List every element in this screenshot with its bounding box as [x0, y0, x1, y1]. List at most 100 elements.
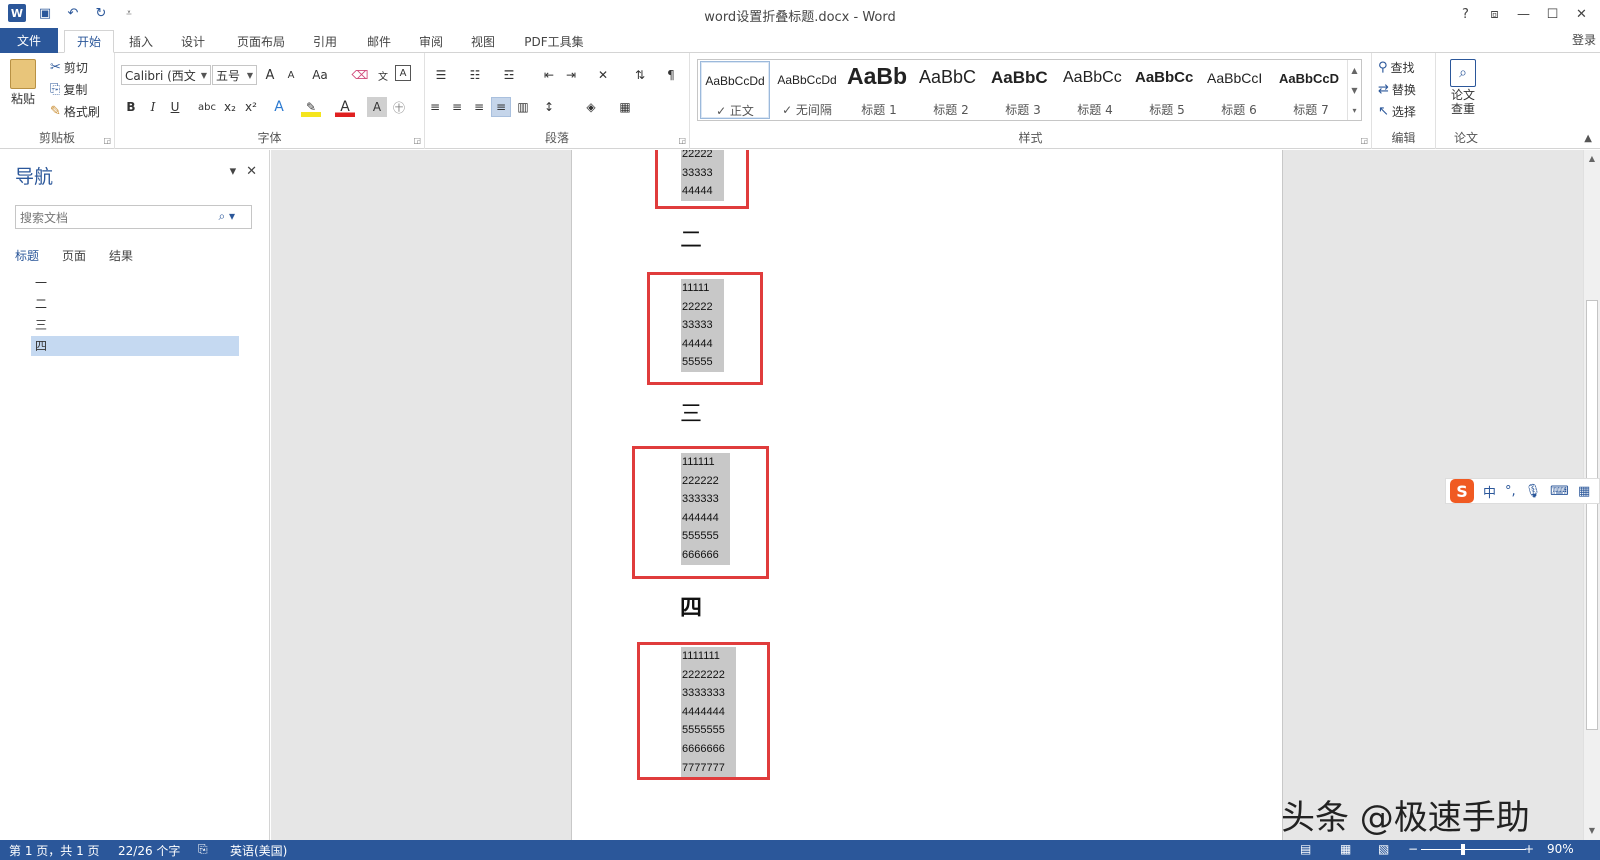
zoom-in-button[interactable]: +	[1524, 842, 1534, 856]
keyboard-icon[interactable]: ⌨	[1550, 484, 1569, 499]
format-painter-button[interactable]: ✎ 格式刷	[50, 103, 100, 120]
chevron-down-icon[interactable]: ▼	[1351, 86, 1357, 95]
sort-icon[interactable]: ⇅	[630, 65, 650, 85]
font-color-icon[interactable]: A	[335, 97, 355, 117]
style-heading-5[interactable]: AaBbCc 标题 5	[1132, 61, 1202, 119]
phonetic-guide-icon[interactable]: 文	[373, 65, 393, 85]
proofing-icon[interactable]: ⎘	[198, 842, 208, 857]
italic-button[interactable]: I	[143, 97, 163, 117]
highlight-icon[interactable]: ✎	[301, 97, 321, 117]
change-case-button[interactable]: Aa	[305, 65, 335, 85]
nav-tab-pages[interactable]: 页面	[62, 247, 86, 264]
align-left-icon[interactable]: ≡	[425, 97, 445, 117]
styles-launcher-icon[interactable]: ◲	[1360, 136, 1368, 145]
zoom-slider[interactable]	[1421, 849, 1526, 850]
numbering-icon[interactable]: ☷	[465, 65, 485, 85]
print-layout-icon[interactable]: ▦	[1340, 842, 1351, 856]
justify-icon[interactable]: ≡	[491, 97, 511, 117]
redo-icon[interactable]: ↻	[92, 4, 110, 22]
scroll-down-icon[interactable]: ▼	[1584, 824, 1600, 838]
tab-layout[interactable]: 页面布局	[228, 30, 294, 53]
tab-file[interactable]: 文件	[0, 28, 58, 53]
clear-format-icon[interactable]: ⌫	[350, 65, 370, 85]
microphone-icon[interactable]: 🎙	[1525, 484, 1542, 499]
find-button[interactable]: ⚲ 查找	[1378, 59, 1415, 76]
paste-button[interactable]: 粘贴	[10, 59, 36, 107]
copy-button[interactable]: ⎘ 复制	[50, 81, 87, 98]
subscript-button[interactable]: x₂	[220, 97, 240, 117]
zoom-level[interactable]: 90%	[1547, 842, 1574, 856]
superscript-button[interactable]: x²	[241, 97, 261, 117]
font-size-combo[interactable]: 五号 ▼	[212, 65, 257, 85]
bold-button[interactable]: B	[121, 97, 141, 117]
style-heading-4[interactable]: AaBbCc 标题 4	[1060, 61, 1130, 119]
heading-3[interactable]: 三	[680, 396, 702, 428]
align-center-icon[interactable]: ≡	[447, 97, 467, 117]
word-app-icon[interactable]: W	[8, 4, 26, 22]
nav-tab-headings[interactable]: 标题	[15, 247, 39, 264]
maximize-button[interactable]: ☐	[1538, 2, 1567, 26]
multilevel-list-icon[interactable]: ☲	[499, 65, 519, 85]
char-shading-icon[interactable]: A	[367, 97, 387, 117]
style-heading-1[interactable]: AaBb 标题 1	[844, 61, 914, 119]
help-button[interactable]: ?	[1451, 2, 1480, 26]
cut-button[interactable]: ✂ 剪切	[50, 59, 88, 76]
chinese-layout-icon[interactable]: ✕	[593, 65, 613, 85]
chevron-up-icon[interactable]: ▲	[1351, 66, 1357, 75]
tab-design[interactable]: 设计	[172, 30, 214, 53]
replace-button[interactable]: ⇄ 替换	[1378, 81, 1416, 98]
font-name-combo[interactable]: Calibri (西文 ▼	[121, 65, 211, 85]
ribbon-display-options-button[interactable]: ⧈	[1480, 2, 1509, 26]
style-normal[interactable]: AaBbCcDd ✓ 正文	[700, 61, 770, 119]
decrease-indent-icon[interactable]: ⇤	[539, 65, 559, 85]
collapse-ribbon-icon[interactable]: ▲	[1584, 133, 1592, 144]
paragraph-launcher-icon[interactable]: ◲	[678, 136, 686, 145]
tab-pdf-tools[interactable]: PDF工具集	[520, 30, 588, 53]
login-link[interactable]: 登录	[1572, 31, 1596, 48]
nav-options-icon[interactable]: ▾	[230, 164, 237, 179]
style-heading-6[interactable]: AaBbCcI 标题 6	[1204, 61, 1274, 119]
show-marks-icon[interactable]: ¶	[661, 65, 681, 85]
line-spacing-icon[interactable]: ↕	[539, 97, 559, 117]
style-heading-7[interactable]: AaBbCcD 标题 7	[1276, 61, 1346, 119]
sogou-logo-icon[interactable]: S	[1450, 479, 1474, 503]
nav-heading-item-selected[interactable]: 四	[31, 336, 239, 356]
nav-search-input[interactable]: 搜索文档 ⌕ ▾	[15, 205, 252, 229]
borders-icon[interactable]: ▦	[615, 97, 635, 117]
tab-home[interactable]: 开始	[64, 30, 114, 53]
nav-heading-item[interactable]: 二	[31, 294, 239, 314]
clipboard-launcher-icon[interactable]: ◲	[103, 136, 111, 145]
scroll-up-icon[interactable]: ▲	[1584, 152, 1600, 166]
nav-tab-results[interactable]: 结果	[109, 247, 133, 264]
select-button[interactable]: ↖ 选择	[1378, 103, 1416, 120]
font-launcher-icon[interactable]: ◲	[413, 136, 421, 145]
style-heading-2[interactable]: AaBbC 标题 2	[916, 61, 986, 119]
tab-mailings[interactable]: 邮件	[360, 30, 398, 53]
undo-icon[interactable]: ↶	[64, 4, 82, 22]
tab-references[interactable]: 引用	[306, 30, 344, 53]
strikethrough-button[interactable]: abc	[195, 97, 219, 117]
heading-4[interactable]: 四	[680, 590, 702, 622]
shading-icon[interactable]: ◈	[581, 97, 601, 117]
zoom-out-button[interactable]: −	[1408, 842, 1418, 856]
style-heading-3[interactable]: AaBbC 标题 3	[988, 61, 1058, 119]
ime-mode-toggle[interactable]: 中	[1483, 482, 1496, 501]
web-layout-icon[interactable]: ▧	[1378, 842, 1389, 856]
style-no-spacing[interactable]: AaBbCcDd ✓ 无间隔	[772, 61, 842, 119]
underline-button[interactable]: U	[165, 97, 185, 117]
gallery-scroll[interactable]: ▲ ▼ ▾	[1347, 60, 1361, 120]
align-right-icon[interactable]: ≡	[469, 97, 489, 117]
bullets-icon[interactable]: ☰	[431, 65, 451, 85]
tab-review[interactable]: 审阅	[412, 30, 450, 53]
document-page[interactable]: 22222 33333 44444 二 11111 22222 33333 44…	[571, 150, 1283, 840]
increase-indent-icon[interactable]: ⇥	[561, 65, 581, 85]
tab-insert[interactable]: 插入	[120, 30, 162, 53]
zoom-slider-thumb[interactable]	[1461, 844, 1465, 855]
char-border-icon[interactable]: A	[395, 65, 411, 81]
grid-icon[interactable]: ▦	[1578, 484, 1590, 499]
tab-view[interactable]: 视图	[464, 30, 502, 53]
minimize-button[interactable]: —	[1509, 2, 1538, 26]
scroll-thumb[interactable]	[1586, 300, 1598, 730]
save-icon[interactable]: ▣	[36, 4, 54, 22]
enclose-char-icon[interactable]: ㊉	[389, 97, 409, 117]
